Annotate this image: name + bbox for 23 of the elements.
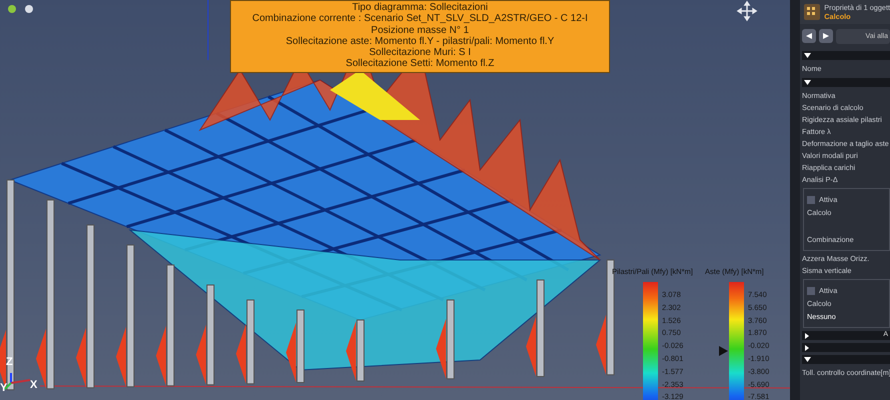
caret-icon — [804, 80, 811, 86]
info-text: Posizione masse N° 1 — [370, 24, 470, 36]
info-text: Sollecitazione Muri: S I — [368, 47, 472, 58]
arrow-icon — [822, 32, 830, 40]
info-text: Combinazione corrente : Scenario Set_NT_SLV_SLD_A2STR/GEO - C 12-I — [251, 13, 589, 25]
axis-label: Y — [0, 381, 8, 396]
status-icon[interactable] — [8, 5, 16, 13]
checkbox[interactable] — [807, 287, 815, 296]
status-icon[interactable] — [25, 5, 33, 13]
section-header[interactable] — [802, 51, 890, 60]
info-text: Tipo diagramma: Sollecitazioni — [351, 2, 489, 14]
forward-button[interactable] — [819, 29, 833, 43]
axis-label: X — [30, 378, 38, 393]
info-text: Sollecitazione aste: Momento fl.Y - pilastri/pali: Momento fl.Y — [284, 36, 556, 48]
move-icon[interactable] — [736, 0, 758, 22]
section-header[interactable] — [802, 78, 890, 87]
calculator-icon — [803, 3, 820, 21]
checkbox[interactable] — [807, 196, 815, 204]
caret-icon — [804, 52, 811, 58]
back-button[interactable] — [802, 29, 816, 43]
arrow-icon — [805, 32, 813, 40]
section-header[interactable] — [802, 355, 890, 364]
info-text: Sollecitazione Setti: Momento fl.Z — [344, 58, 496, 70]
